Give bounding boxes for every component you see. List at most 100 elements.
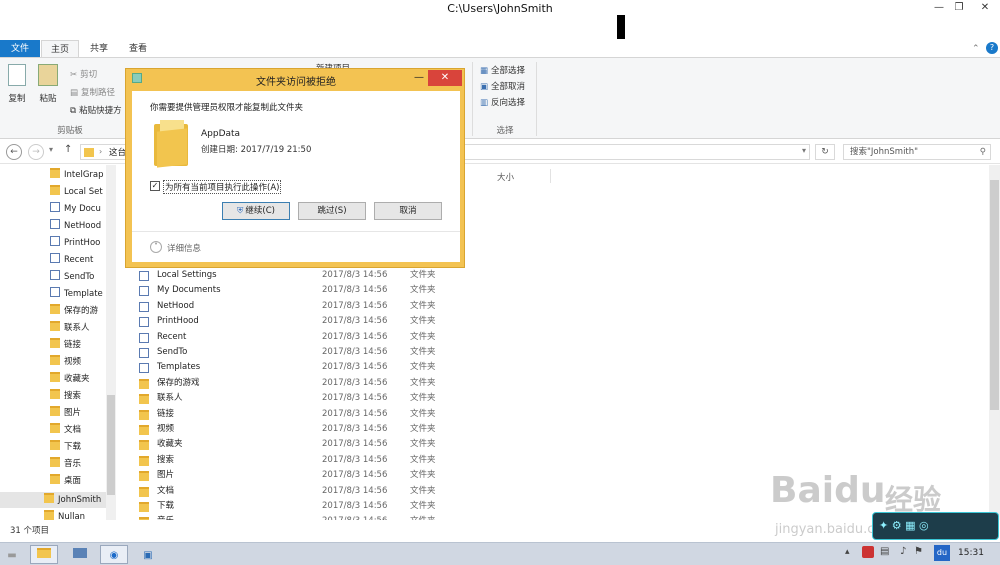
tray-flag-icon[interactable]: ⚑ [914, 546, 923, 557]
back-button[interactable]: ← [6, 144, 22, 160]
paste-shortcut-button[interactable]: ⧉ 粘贴快捷方 [70, 104, 122, 116]
file-name: 链接 [157, 408, 175, 419]
nav-item[interactable]: 链接 [50, 337, 110, 353]
ime-indicator[interactable]: du [934, 545, 950, 561]
taskbar-monitor-icon[interactable] [66, 545, 94, 564]
nav-item[interactable]: SendTo [50, 269, 110, 285]
nav-item[interactable]: 文档 [50, 422, 110, 438]
nav-item[interactable]: 桌面 [50, 473, 110, 489]
nav-item[interactable]: 保存的游 [50, 303, 110, 319]
file-row[interactable]: 视频 2017/8/3 14:56 文件夹 [139, 422, 539, 437]
tab-file[interactable]: 文件 [0, 40, 40, 58]
help-icon[interactable]: ? [986, 42, 998, 54]
nav-item[interactable]: NetHood [50, 218, 110, 234]
forward-button[interactable]: → [28, 144, 44, 160]
dialog-close-button[interactable]: ✕ [428, 70, 462, 86]
taskbar: ▬ ◉ ▣ ▴ ▤ ♪ ⚑ du 15:31 [0, 542, 1000, 565]
copy-path-button[interactable]: ▤ 复制路径 [70, 86, 115, 98]
nav-item[interactable]: 联系人 [50, 320, 110, 336]
file-row[interactable]: 搜索 2017/8/3 14:56 文件夹 [139, 453, 539, 468]
nav-scrollbar-thumb[interactable] [107, 395, 115, 495]
folder-icon [50, 423, 60, 433]
column-divider[interactable] [550, 169, 551, 183]
file-row[interactable]: My Documents 2017/8/3 14:56 文件夹 [139, 283, 539, 298]
tray-expand-icon[interactable]: ▴ [845, 547, 850, 557]
nav-item[interactable]: 图片 [50, 405, 110, 421]
file-row[interactable]: 保存的游戏 2017/8/3 14:56 文件夹 [139, 376, 539, 391]
invert-selection-button[interactable]: ▥ 反向选择 [480, 96, 525, 108]
file-row[interactable]: 文档 2017/8/3 14:56 文件夹 [139, 484, 539, 499]
nav-item[interactable]: My Docu [50, 201, 110, 217]
tray-network-icon[interactable]: ▤ [880, 546, 889, 557]
file-date: 2017/8/3 14:56 [322, 454, 388, 465]
file-row[interactable]: 联系人 2017/8/3 14:56 文件夹 [139, 391, 539, 406]
nav-item[interactable]: PrintHoo [50, 235, 110, 251]
file-row[interactable]: 收藏夹 2017/8/3 14:56 文件夹 [139, 437, 539, 452]
file-row[interactable]: 链接 2017/8/3 14:56 文件夹 [139, 407, 539, 422]
file-row[interactable]: 图片 2017/8/3 14:56 文件夹 [139, 468, 539, 483]
tray-app-icon[interactable] [862, 546, 874, 558]
close-button[interactable]: ✕ [970, 0, 1000, 16]
address-dropdown-icon[interactable]: ▾ [802, 146, 806, 155]
nav-item-label: 下载 [64, 442, 82, 452]
cut-button[interactable]: ✂ 剪切 [70, 68, 97, 80]
nav-item[interactable]: 视频 [50, 354, 110, 370]
taskbar-app-icon[interactable]: ◉ [100, 545, 128, 564]
select-all-button[interactable]: ▦ 全部选择 [480, 64, 525, 76]
nav-item-user[interactable]: JohnSmith [0, 492, 106, 508]
shortcut-icon [139, 301, 149, 312]
dialog-minimize-button[interactable]: — [410, 70, 428, 86]
file-date: 2017/8/3 14:56 [322, 285, 388, 296]
file-row[interactable]: 下载 2017/8/3 14:56 文件夹 [139, 499, 539, 514]
file-name: 图片 [157, 470, 175, 481]
continue-button[interactable]: ⛨ 继续(C) [222, 202, 290, 220]
tab-share[interactable]: 共享 [82, 40, 116, 58]
collapse-ribbon-icon[interactable]: ⌃ [972, 44, 980, 54]
nav-item[interactable]: Recent [50, 252, 110, 268]
nav-item-other-user[interactable]: Nullan [44, 509, 104, 520]
copy-button[interactable]: 复制 [8, 64, 26, 104]
shortcut-icon [139, 348, 149, 358]
tab-view[interactable]: 查看 [120, 40, 156, 58]
clock[interactable]: 15:31 [958, 548, 984, 558]
tab-home[interactable]: 主页 [41, 40, 79, 58]
up-button[interactable]: ↑ [64, 144, 72, 155]
file-type: 文件夹 [410, 485, 436, 496]
nav-item[interactable]: Template [50, 286, 110, 302]
file-list-scrollbar-thumb[interactable] [990, 180, 999, 410]
floating-widget[interactable]: ✦ ⚙ ▦ ◎ [872, 512, 999, 540]
file-type: 文件夹 [410, 347, 436, 357]
file-row[interactable]: Local Settings 2017/8/3 14:56 文件夹 [139, 268, 539, 283]
skip-button[interactable]: 跳过(S) [298, 202, 366, 220]
expand-details-icon[interactable]: ˅ [150, 241, 162, 253]
tray-volume-icon[interactable]: ♪ [900, 546, 906, 557]
folder-icon [139, 425, 149, 435]
taskbar-explorer-icon[interactable] [30, 545, 58, 564]
file-row[interactable]: SendTo 2017/8/3 14:56 文件夹 [139, 345, 539, 360]
file-row[interactable]: PrintHood 2017/8/3 14:56 文件夹 [139, 314, 539, 329]
nav-item[interactable]: 音乐 [50, 456, 110, 472]
nav-item[interactable]: 下载 [50, 439, 110, 455]
nav-item[interactable]: IntelGrap [50, 167, 110, 183]
nav-item[interactable]: 搜索 [50, 388, 110, 404]
details-toggle[interactable]: 详细信息 [167, 242, 201, 254]
paste-button[interactable]: 粘贴 [38, 64, 58, 104]
file-row[interactable]: Recent 2017/8/3 14:56 文件夹 [139, 330, 539, 345]
dialog-message: 你需要提供管理员权限才能复制此文件夹 [150, 103, 304, 113]
apply-all-label[interactable]: 为所有当前项目执行此操作(A) [163, 180, 282, 194]
search-input[interactable]: 搜索"JohnSmith" ⚲ [843, 144, 991, 160]
select-none-button[interactable]: ▣ 全部取消 [480, 80, 525, 92]
cancel-button[interactable]: 取消 [374, 202, 442, 220]
nav-item[interactable]: Local Set [50, 184, 110, 200]
taskbar-window-icon[interactable]: ▣ [134, 545, 162, 564]
file-row[interactable]: NetHood 2017/8/3 14:56 文件夹 [139, 299, 539, 314]
recent-locations-icon[interactable]: ▾ [49, 145, 53, 154]
column-size[interactable]: 大小 [497, 171, 514, 183]
start-icon[interactable]: ▬ [0, 545, 24, 564]
apply-all-checkbox[interactable]: ✓ [150, 181, 160, 191]
window-edge-fragment [617, 15, 625, 39]
breadcrumb[interactable]: 这台 [109, 146, 126, 158]
refresh-button[interactable]: ↻ [815, 144, 835, 160]
file-row[interactable]: Templates 2017/8/3 14:56 文件夹 [139, 360, 539, 375]
nav-item[interactable]: 收藏夹 [50, 371, 110, 387]
